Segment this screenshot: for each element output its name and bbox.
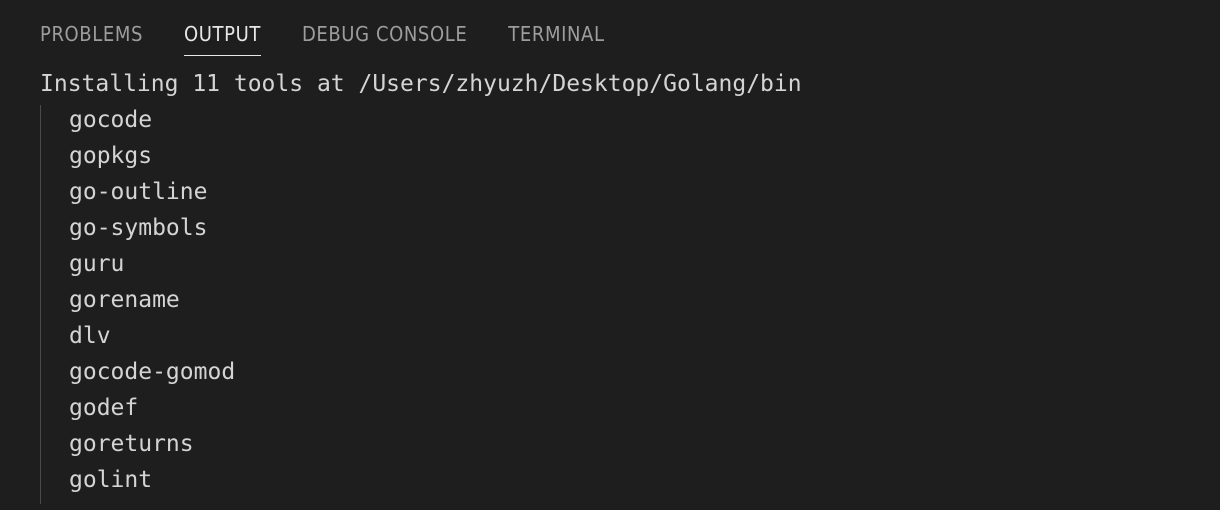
tab-output[interactable]: OUTPUT — [184, 20, 261, 56]
tool-item: dlv — [69, 323, 111, 349]
tool-item: gopkgs — [69, 143, 153, 169]
tool-item: godef — [69, 395, 139, 421]
install-header-line: Installing 11 tools at /Users/zhyuzh/Des… — [40, 71, 802, 97]
tab-problems[interactable]: PROBLEMS — [40, 20, 143, 56]
output-log[interactable]: Installing 11 tools at /Users/zhyuzh/Des… — [40, 66, 1190, 504]
tool-list: gocode gopkgs go-outline go-symbols guru… — [40, 102, 1190, 504]
panel-tab-bar: PROBLEMS OUTPUT DEBUG CONSOLE TERMINAL — [40, 20, 646, 62]
tool-item: golint — [69, 467, 153, 493]
tool-item: gocode-gomod — [69, 359, 236, 385]
bottom-panel: PROBLEMS OUTPUT DEBUG CONSOLE TERMINAL I… — [0, 0, 1220, 510]
tool-item: go-outline — [69, 179, 208, 205]
tool-item: goreturns — [69, 431, 194, 457]
tool-item: gorename — [69, 287, 180, 313]
tool-item: gocode — [69, 107, 153, 133]
tool-item: go-symbols — [69, 215, 208, 241]
tab-debug-console[interactable]: DEBUG CONSOLE — [302, 20, 467, 56]
tab-terminal[interactable]: TERMINAL — [508, 20, 604, 56]
tool-item: guru — [69, 251, 125, 277]
